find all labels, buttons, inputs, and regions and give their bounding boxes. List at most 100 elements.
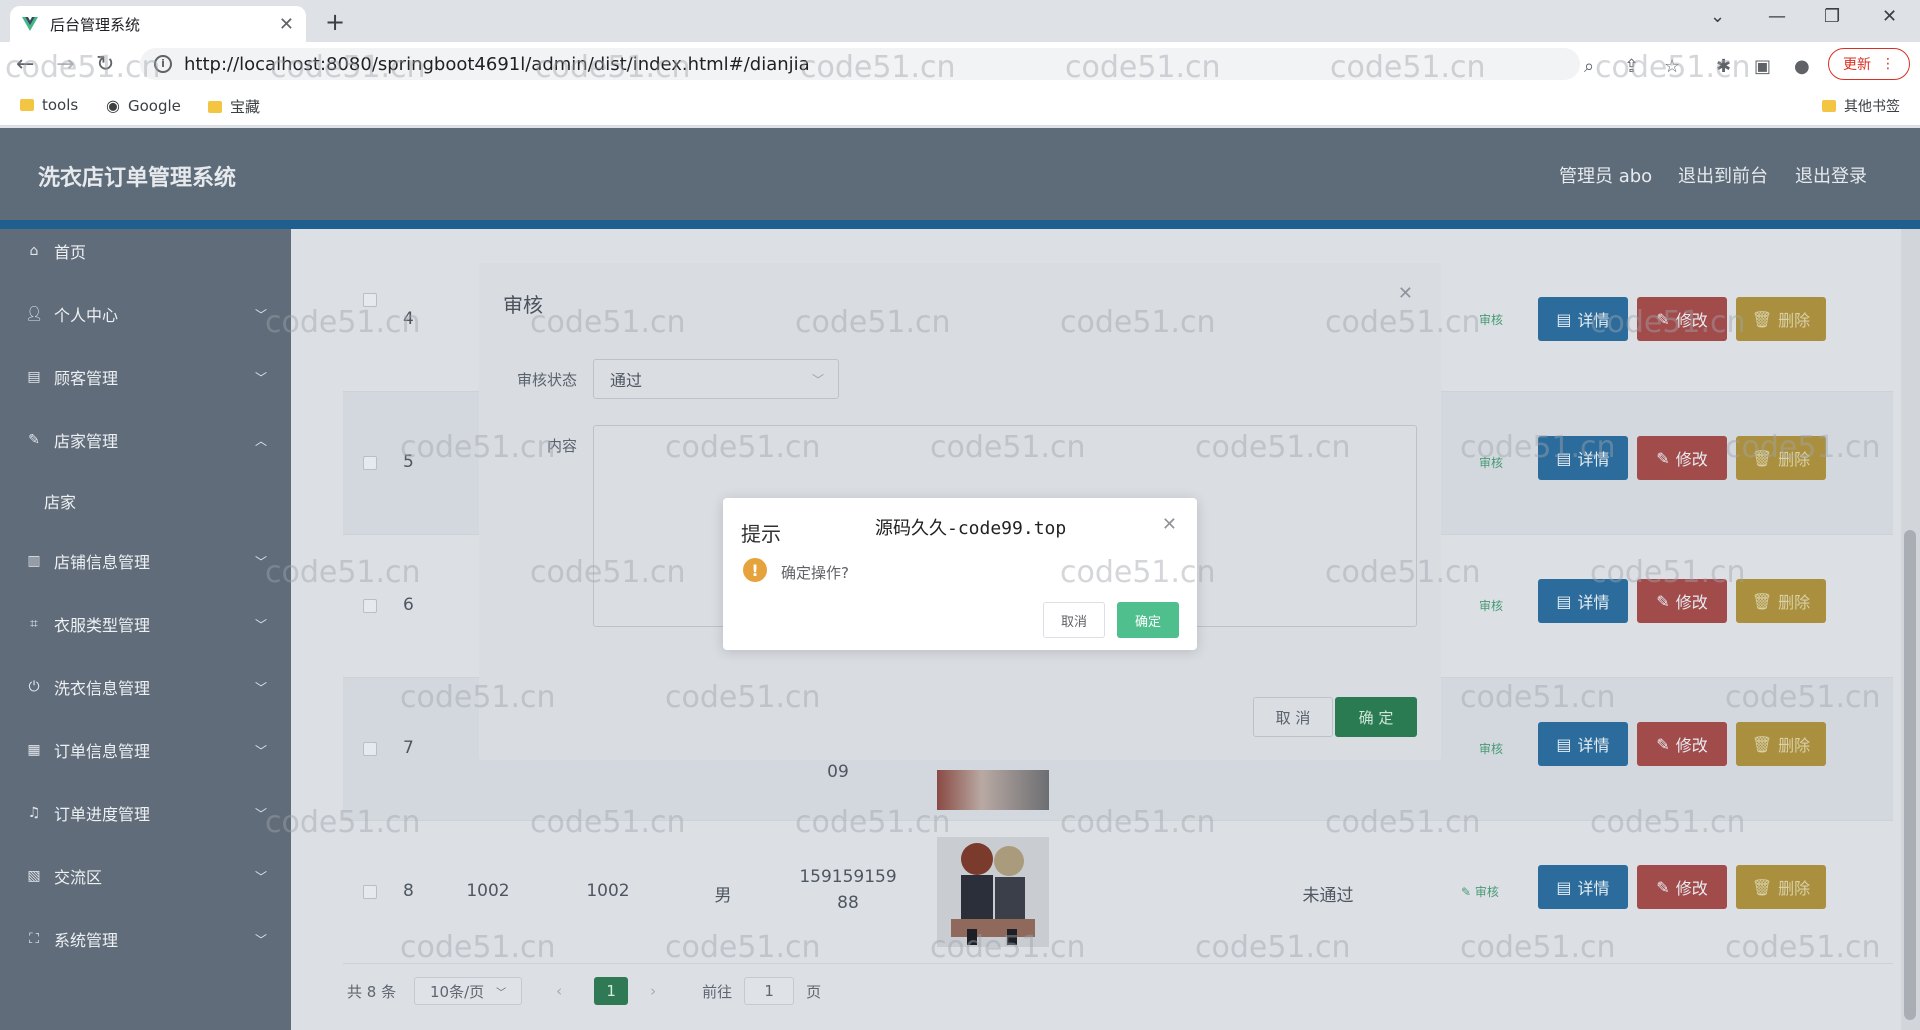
edit-button[interactable]: ✎ 修改 — [1637, 297, 1727, 341]
sidebar: ⌂ 首页 👤︎ 个人中心 ﹀ ▤ 顾客管理 ﹀ ✎ 店家管理 ︿ 店家 ▥ 店铺… — [0, 229, 291, 1030]
bookmark-tools[interactable]: tools — [20, 96, 78, 114]
audit-dialog-title: 审核 — [503, 293, 543, 317]
prev-page-icon[interactable]: ‹ — [556, 982, 562, 1000]
url-field[interactable]: i http://localhost:8080/springboot4691l/… — [140, 48, 1580, 80]
detail-button[interactable]: ▤ 详情 — [1538, 436, 1628, 480]
row-index: 5 — [403, 452, 414, 472]
audit-link[interactable]: 审核 — [1479, 311, 1503, 328]
detail-button[interactable]: ▤ 详情 — [1538, 722, 1628, 766]
sidebar-item-clothes-type[interactable]: ⌗ 衣服类型管理 ﹀ — [0, 604, 291, 644]
scrollbar-thumb[interactable] — [1904, 530, 1916, 1020]
share-icon[interactable]: ⇪ — [1624, 56, 1639, 77]
audit-link[interactable]: 审核 — [1479, 740, 1503, 757]
row-index: 4 — [403, 309, 414, 329]
row-index: 8 — [403, 881, 414, 901]
row-checkbox[interactable] — [363, 599, 377, 613]
restore-icon[interactable]: ❐ — [1824, 6, 1840, 27]
audit-cancel-button[interactable]: 取 消 — [1253, 697, 1333, 737]
sidebar-subitem-shop-owner[interactable]: 店家 — [44, 489, 76, 513]
new-tab-icon[interactable]: + — [325, 8, 345, 36]
reload-icon[interactable]: ↻ — [96, 52, 114, 77]
edit-label: 修改 — [1675, 593, 1708, 612]
delete-button[interactable]: 🗑︎ 删除 — [1736, 722, 1826, 766]
phone-cell-line2: 88 — [837, 893, 859, 913]
edit-button[interactable]: ✎ 修改 — [1637, 436, 1727, 480]
browser-tab[interactable]: 后台管理系统 ✕ — [10, 6, 306, 42]
bookmark-star-icon[interactable]: ☆ — [1664, 56, 1680, 77]
edit-label: 修改 — [1675, 311, 1708, 330]
row-checkbox[interactable] — [363, 885, 377, 899]
confirm-ok-button[interactable]: 确定 — [1117, 602, 1179, 638]
back-icon[interactable]: ← — [16, 52, 34, 77]
home-icon: ⌂ — [29, 243, 39, 259]
edit-button[interactable]: ✎ 修改 — [1637, 722, 1727, 766]
mic-icon: ♫ — [27, 805, 41, 821]
minimize-icon[interactable]: — — [1768, 6, 1786, 27]
logout-link[interactable]: 退出登录 — [1795, 162, 1867, 188]
site-info-icon[interactable]: i — [154, 55, 172, 73]
sidebar-item-home[interactable]: ⌂ 首页 — [0, 231, 291, 271]
sidebar-item-forum[interactable]: ▧ 交流区 ﹀ — [0, 856, 291, 896]
edit-label: 修改 — [1675, 450, 1708, 469]
bookmark-baozang[interactable]: 宝藏 — [208, 96, 260, 117]
tab-list-chevron-icon[interactable]: ⌄ — [1710, 6, 1725, 27]
trash-icon: 🗑︎ — [1751, 734, 1773, 754]
audit-link[interactable]: 审核 — [1479, 597, 1503, 614]
delete-button[interactable]: 🗑︎ 删除 — [1736, 297, 1826, 341]
sidebar-item-profile[interactable]: 👤︎ 个人中心 ﹀ — [0, 294, 291, 334]
chevron-down-icon: ﹀ — [811, 372, 824, 387]
row-checkbox[interactable] — [363, 456, 377, 470]
close-icon[interactable]: ✕ — [1398, 283, 1413, 304]
edit-label: 修改 — [1675, 736, 1708, 755]
sidebar-item-system[interactable]: ⛶ 系统管理 ﹀ — [0, 919, 291, 959]
bookmark-other[interactable]: 其他书签 — [1822, 96, 1900, 116]
bookmark-google[interactable]: ◉ Google — [106, 96, 181, 115]
extensions-icon[interactable]: ✱ — [1716, 56, 1731, 77]
edit-button[interactable]: ✎ 修改 — [1637, 865, 1727, 909]
sidebar-item-customers[interactable]: ▤ 顾客管理 ﹀ — [0, 357, 291, 397]
close-icon[interactable]: ✕ — [1162, 514, 1177, 535]
power-icon: ⏻ — [28, 679, 40, 695]
update-button[interactable]: 更新 ⋮ — [1828, 48, 1910, 80]
audit-link[interactable]: ✎ 审核 — [1461, 883, 1499, 900]
detail-button[interactable]: ▤ 详情 — [1538, 579, 1628, 623]
sidebar-item-store-info[interactable]: ▥ 店铺信息管理 ﹀ — [0, 541, 291, 581]
trash-icon: 🗑︎ — [1751, 877, 1773, 897]
zoom-icon[interactable]: ⌕ — [1584, 56, 1594, 77]
row-checkbox[interactable] — [363, 742, 377, 756]
next-page-icon[interactable]: › — [650, 982, 656, 1000]
tab-close-icon[interactable]: ✕ — [279, 14, 294, 35]
gender-cell: 男 — [714, 886, 732, 906]
sidepanel-icon[interactable]: ▣ — [1754, 56, 1771, 77]
folder-icon — [20, 99, 34, 111]
sidebar-item-orders[interactable]: ▦ 订单信息管理 ﹀ — [0, 730, 291, 770]
forward-icon[interactable]: → — [56, 52, 74, 77]
delete-button[interactable]: 🗑︎ 删除 — [1736, 579, 1826, 623]
page-number-active[interactable]: 1 — [594, 977, 629, 1005]
sidebar-item-label: 订单进度管理 — [54, 805, 151, 824]
trash-icon: 🗑︎ — [1751, 448, 1773, 468]
frame-icon: ⛶ — [29, 931, 39, 947]
confirm-cancel-button[interactable]: 取消 — [1043, 602, 1105, 638]
audit-link[interactable]: 审核 — [1479, 454, 1503, 471]
document-icon: ▤ — [1556, 309, 1572, 329]
url-text: http://localhost:8080/springboot4691l/ad… — [184, 53, 810, 75]
window-close-icon[interactable]: ✕ — [1882, 6, 1897, 27]
edit-button[interactable]: ✎ 修改 — [1637, 579, 1727, 623]
goto-page-input[interactable]: 1 — [744, 977, 795, 1005]
clothing-photo — [937, 837, 1049, 947]
delete-button[interactable]: 🗑︎ 删除 — [1736, 865, 1826, 909]
back-to-front-link[interactable]: 退出到前台 — [1678, 162, 1768, 188]
grid-icon: ▦ — [27, 742, 41, 758]
sidebar-item-order-progress[interactable]: ♫ 订单进度管理 ﹀ — [0, 793, 291, 833]
audit-confirm-button[interactable]: 确 定 — [1335, 697, 1417, 737]
detail-button[interactable]: ▤ 详情 — [1538, 297, 1628, 341]
row-checkbox[interactable] — [363, 293, 377, 307]
sidebar-item-laundry-info[interactable]: ⏻ 洗衣信息管理 ﹀ — [0, 667, 291, 707]
detail-button[interactable]: ▤ 详情 — [1538, 865, 1628, 909]
sidebar-item-shop-owners[interactable]: ✎ 店家管理 ︿ — [0, 420, 291, 460]
audit-status-select[interactable]: 通过 ﹀ — [593, 359, 839, 399]
profile-icon[interactable]: ● — [1794, 56, 1810, 77]
page-size-select[interactable]: 10条/页 ﹀ — [414, 977, 523, 1005]
delete-button[interactable]: 🗑︎ 删除 — [1736, 436, 1826, 480]
